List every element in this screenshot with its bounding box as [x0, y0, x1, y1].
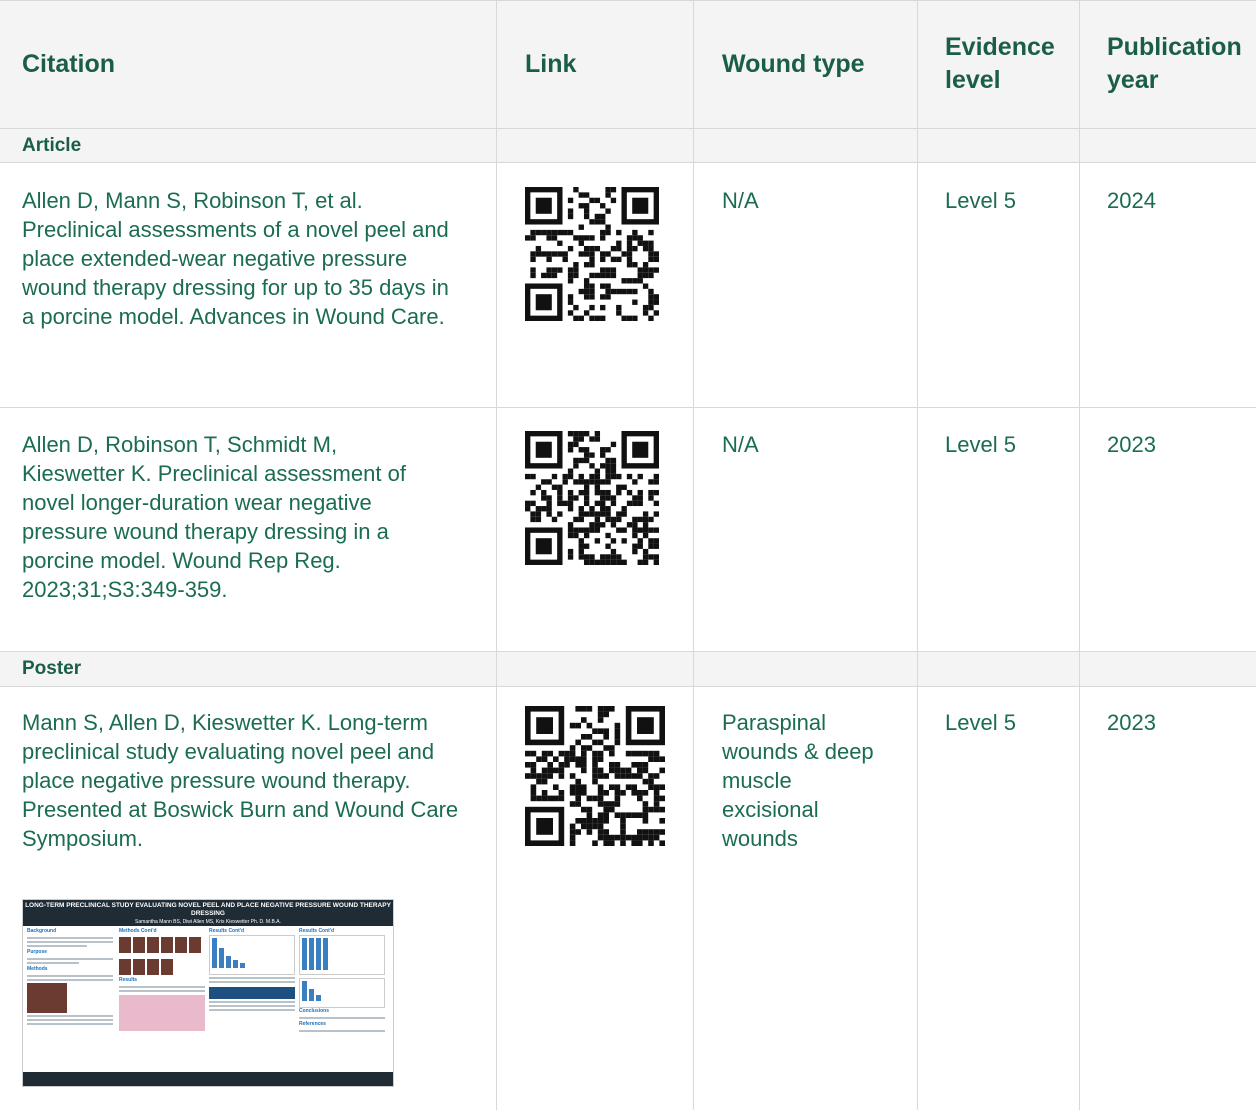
section-row-poster-background [0, 651, 1256, 686]
poster-authors: Samantha Mann BS, Diwi Allen MS, Kris Ki… [135, 919, 281, 925]
evidence-level-value: Level 5 [945, 188, 1016, 213]
evidence-level-value: Level 5 [945, 710, 1016, 735]
poster-section-heading: Results Cont'd [209, 928, 245, 934]
poster-column: Results Cont'd Conclusions References [299, 928, 385, 1034]
poster-section-heading: Results Cont'd [299, 928, 335, 934]
row-divider [0, 0, 1256, 1]
row-divider [0, 128, 1256, 129]
citation-text: Allen D, Mann S, Robinson T, et al. Prec… [22, 188, 449, 329]
evidence-level-value: Level 5 [945, 432, 1016, 457]
qr-code-icon[interactable] [525, 431, 659, 565]
poster-section-heading: Methods [27, 966, 48, 972]
poster-thumbnail[interactable]: LONG-TERM PRECLINICAL STUDY EVALUATING N… [22, 899, 394, 1087]
row-divider [0, 686, 1256, 687]
poster-title-text: LONG-TERM PRECLINICAL STUDY EVALUATING N… [25, 902, 391, 917]
poster-section-heading: Purpose [27, 949, 48, 955]
poster-footer [23, 1072, 393, 1086]
wound-type-value: Paraspinal wounds & deep muscle excision… [722, 710, 874, 851]
section-label-poster: Poster [22, 658, 82, 679]
publication-year-value: 2024 [1107, 188, 1156, 213]
citation-text: Mann S, Allen D, Kieswetter K. Long-term… [22, 710, 459, 851]
wound-type-value: N/A [722, 432, 759, 457]
column-header-link: Link [525, 49, 577, 78]
poster-section-heading: References [299, 1021, 326, 1027]
column-header-publication-year: Publication year [1107, 33, 1242, 94]
citation-text: Allen D, Robinson T, Schmidt M, Kieswett… [22, 432, 406, 602]
section-row-article-background [0, 128, 1256, 162]
poster-section-heading: Results [119, 977, 138, 983]
column-divider [693, 0, 694, 1110]
column-divider [1079, 0, 1080, 1110]
poster-column: Results Cont'd [209, 928, 295, 1013]
poster-section-heading: Methods Cont'd [119, 928, 157, 934]
publication-year-value: 2023 [1107, 710, 1156, 735]
poster-column: Methods Cont'd Results [119, 928, 205, 1031]
column-divider [917, 0, 918, 1110]
poster-section-heading: Background [27, 928, 57, 934]
qr-code-icon[interactable] [525, 706, 665, 846]
wound-type-value: N/A [722, 188, 759, 213]
evidence-table: Citation Link Wound type Evidence level … [0, 0, 1256, 1110]
row-divider [0, 407, 1256, 408]
row-divider [0, 162, 1256, 163]
poster-section-heading: Conclusions [299, 1008, 330, 1014]
poster-column: Background Purpose Methods [27, 928, 113, 1027]
qr-code-icon[interactable] [525, 187, 659, 321]
publication-year-value: 2023 [1107, 432, 1156, 457]
column-header-citation: Citation [22, 49, 116, 78]
poster-title: LONG-TERM PRECLINICAL STUDY EVALUATING N… [23, 900, 393, 933]
column-header-wound-type: Wound type [722, 49, 865, 78]
section-label-article: Article [22, 135, 82, 156]
column-header-evidence-level: Evidence level [945, 33, 1055, 94]
column-divider [496, 0, 497, 1110]
row-divider [0, 651, 1256, 652]
